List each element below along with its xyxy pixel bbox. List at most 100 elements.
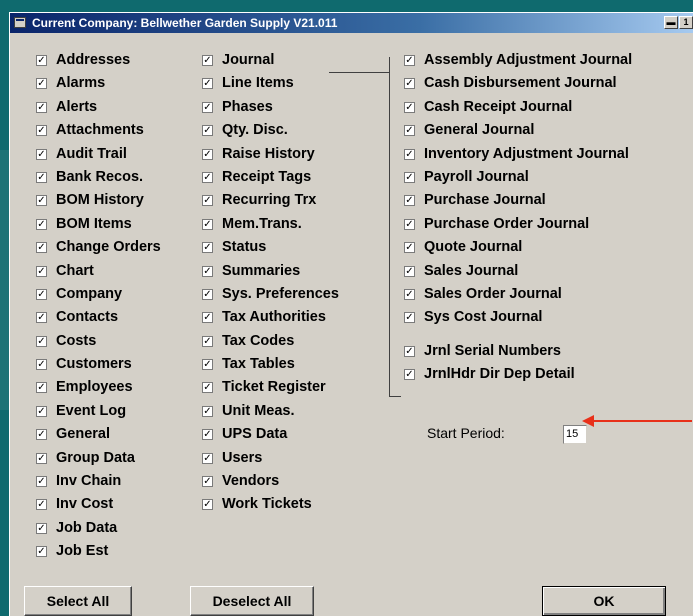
checkbox-box-icon[interactable]: ✓: [404, 218, 415, 230]
deselect-all-button[interactable]: Deselect All: [190, 586, 314, 616]
checkbox-label: Journal: [222, 52, 275, 68]
checkbox-label: Costs: [56, 332, 97, 349]
checkbox-box-icon[interactable]: ✓: [202, 125, 213, 137]
checkbox-box-icon[interactable]: ✓: [202, 359, 213, 371]
checkbox-box-icon[interactable]: ✓: [36, 148, 47, 160]
checkbox-box-icon[interactable]: ✓: [36, 405, 47, 417]
checkbox-box-icon[interactable]: ✓: [36, 476, 47, 488]
app-icon: [14, 17, 26, 28]
checkbox-box-icon[interactable]: ✓: [202, 429, 213, 441]
checkbox-box-icon[interactable]: ✓: [404, 242, 415, 254]
checkbox-box-icon[interactable]: ✓: [202, 55, 213, 66]
checkbox-box-icon[interactable]: ✓: [36, 288, 47, 300]
checkbox-box-icon[interactable]: ✓: [36, 522, 47, 534]
checkbox-label: Addresses: [56, 52, 131, 68]
checkbox-box-icon[interactable]: ✓: [202, 312, 213, 324]
checkbox-box-icon[interactable]: ✓: [404, 369, 415, 381]
checkbox-box-icon[interactable]: ✓: [36, 429, 47, 441]
checkbox-label: Status: [222, 239, 267, 256]
checkbox-box-icon[interactable]: ✓: [36, 195, 47, 207]
checkbox-box-icon[interactable]: ✓: [36, 546, 47, 558]
checkbox-box-icon[interactable]: ✓: [404, 265, 415, 277]
close-icon[interactable]: 1: [679, 16, 693, 29]
checkbox-label: Qty. Disc.: [222, 122, 288, 139]
checkbox-label: General Journal: [424, 122, 535, 139]
checkbox-box-icon[interactable]: ✓: [36, 125, 47, 137]
checkbox-label: Assembly Adjustment Journal: [424, 52, 633, 68]
checkbox-label: Sys. Preferences: [222, 285, 339, 302]
checkbox-label: Attachments: [56, 122, 144, 139]
checkbox-label: Bank Recos.: [56, 168, 144, 185]
checkbox-box-icon[interactable]: ✓: [202, 452, 213, 464]
checkbox-box-icon[interactable]: ✓: [404, 346, 415, 357]
checkbox-box-icon[interactable]: ✓: [36, 265, 47, 277]
checkbox-box-icon[interactable]: ✓: [202, 499, 213, 511]
checkbox-box-icon[interactable]: ✓: [36, 78, 47, 90]
minimize-icon[interactable]: ▬: [664, 16, 678, 29]
checkbox-box-icon[interactable]: ✓: [404, 101, 415, 113]
checkbox-label: Inventory Adjustment Journal: [424, 145, 629, 162]
checkbox-box-icon[interactable]: ✓: [36, 452, 47, 464]
checkbox-box-icon[interactable]: ✓: [404, 312, 415, 324]
checkbox-box-icon[interactable]: ✓: [202, 405, 213, 417]
checkbox-box-icon[interactable]: ✓: [202, 288, 213, 300]
select-all-button[interactable]: Select All: [24, 586, 132, 616]
dialog-window: Current Company: Bellwether Garden Suppl…: [9, 12, 693, 616]
checkbox-box-icon[interactable]: ✓: [202, 476, 213, 488]
checkbox-label: Tax Authorities: [222, 309, 326, 326]
title-bar: Current Company: Bellwether Garden Suppl…: [10, 13, 693, 33]
annotation-arrow-line: [592, 420, 692, 422]
checkbox-label: Inv Chain: [56, 473, 122, 490]
checkbox-label: Summaries: [222, 262, 301, 279]
checkbox-box-icon[interactable]: ✓: [404, 148, 415, 160]
checkbox-label: Mem.Trans.: [222, 215, 302, 232]
checkbox-label: Cash Disbursement Journal: [424, 75, 617, 92]
checkbox-box-icon[interactable]: ✓: [36, 218, 47, 230]
checkbox-label: BOM History: [56, 192, 144, 209]
checkbox-box-icon[interactable]: ✓: [404, 55, 415, 66]
checkbox-box-icon[interactable]: ✓: [404, 125, 415, 137]
checkbox-box-icon[interactable]: ✓: [36, 242, 47, 254]
checkbox-box-icon[interactable]: ✓: [202, 101, 213, 113]
checkbox-label: Sales Journal: [424, 262, 519, 279]
checkbox-label: Tax Tables: [222, 356, 295, 373]
ok-button[interactable]: OK: [542, 586, 666, 616]
checkbox-box-icon[interactable]: ✓: [36, 359, 47, 371]
checkbox-box-icon[interactable]: ✓: [404, 288, 415, 300]
checkbox-label: Jrnl Serial Numbers: [424, 343, 561, 359]
checkbox-label: Tax Codes: [222, 332, 295, 349]
checkbox-box-icon[interactable]: ✓: [36, 55, 47, 66]
checkbox-box-icon[interactable]: ✓: [202, 218, 213, 230]
checkbox-box-icon[interactable]: ✓: [36, 101, 47, 113]
checkbox-label: Contacts: [56, 309, 119, 326]
checkbox-box-icon[interactable]: ✓: [202, 242, 213, 254]
checkbox-box-icon[interactable]: ✓: [202, 195, 213, 207]
checkbox-box-icon[interactable]: ✓: [36, 312, 47, 324]
checkbox-label: Raise History: [222, 145, 315, 162]
checkbox-box-icon[interactable]: ✓: [202, 335, 213, 347]
checkbox-box-icon[interactable]: ✓: [202, 382, 213, 394]
checkbox-box-icon[interactable]: ✓: [404, 195, 415, 207]
checkbox-box-icon[interactable]: ✓: [202, 171, 213, 183]
checkbox-box-icon[interactable]: ✓: [36, 499, 47, 511]
checkbox-box-icon[interactable]: ✓: [202, 148, 213, 160]
checkbox-box-icon[interactable]: ✓: [404, 171, 415, 183]
start-period-input[interactable]: 15: [563, 425, 587, 444]
annotation-arrow-icon: [582, 415, 594, 427]
checkbox-box-icon[interactable]: ✓: [404, 78, 415, 90]
checkbox-label: Vendors: [222, 473, 280, 490]
checkbox-label: Group Data: [56, 449, 135, 466]
checkbox-label: Receipt Tags: [222, 168, 312, 185]
checkbox-box-icon[interactable]: ✓: [202, 265, 213, 277]
checkbox-label: Purchase Order Journal: [424, 215, 590, 232]
checkbox-label: Ticket Register: [222, 379, 326, 396]
checkbox-box-icon[interactable]: ✓: [36, 335, 47, 347]
checkbox-label: Purchase Journal: [424, 192, 546, 209]
checkbox-box-icon[interactable]: ✓: [202, 78, 213, 90]
checkbox-label: Chart: [56, 262, 94, 279]
checkbox-box-icon[interactable]: ✓: [36, 171, 47, 183]
checkbox-box-icon[interactable]: ✓: [36, 382, 47, 394]
checkbox-label: Work Tickets: [222, 496, 312, 513]
checkbox-label: Unit Meas.: [222, 402, 295, 419]
checkbox-label: Change Orders: [56, 239, 161, 256]
